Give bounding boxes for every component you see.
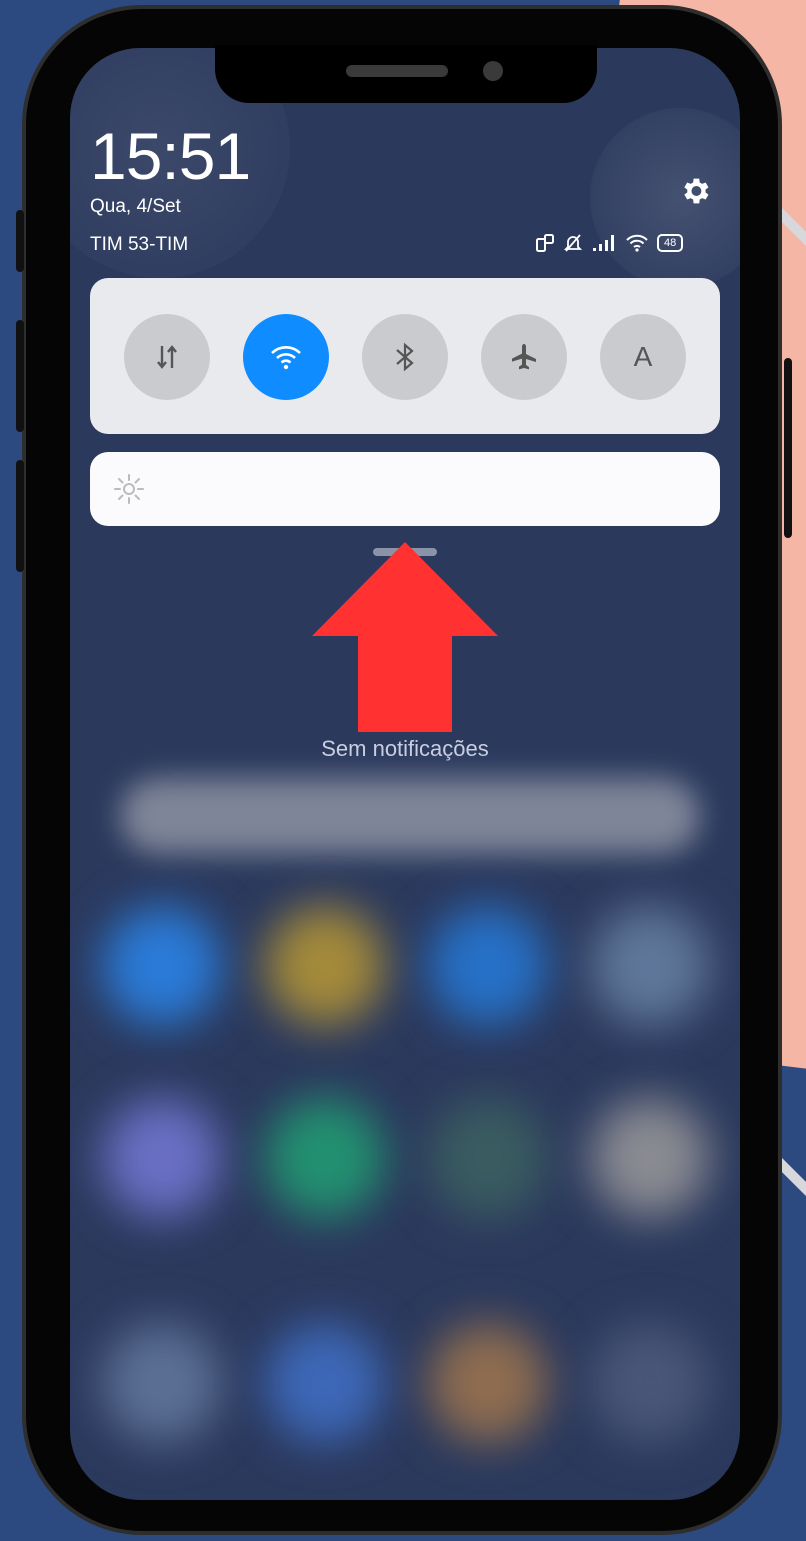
auto-brightness-label: A xyxy=(633,341,653,372)
wifi-status-icon xyxy=(626,234,648,252)
bluetooth-toggle[interactable] xyxy=(362,314,448,400)
blurred-app-icon xyxy=(265,1098,385,1218)
blurred-app-icon xyxy=(428,1098,548,1218)
phone-screen: 15:51 Qua, 4/Set TIM 53-TIM 48 A Sem not… xyxy=(70,48,740,1500)
mobile-data-icon xyxy=(157,345,177,369)
front-camera xyxy=(483,61,503,81)
phone-side-button xyxy=(16,210,24,272)
blurred-dock-icon xyxy=(102,1323,222,1443)
clock-time: 15:51 xyxy=(90,119,251,193)
phone-volume-up-button xyxy=(16,320,24,432)
carrier-text: TIM 53-TIM xyxy=(90,234,189,255)
blurred-app-icon xyxy=(265,906,385,1026)
quick-settings-panel: A xyxy=(90,278,720,434)
brightness-slider[interactable] xyxy=(90,452,720,526)
red-up-arrow-annotation xyxy=(312,542,498,732)
settings-gear-icon[interactable] xyxy=(678,174,712,208)
blurred-dock-icon xyxy=(428,1323,548,1443)
date-text: Qua, 4/Set xyxy=(90,196,181,217)
screen-glow xyxy=(590,108,740,288)
phone-power-button xyxy=(784,358,792,538)
blurred-app-icon xyxy=(102,906,222,1026)
brightness-sun-icon xyxy=(114,474,144,504)
screen-rotation-icon xyxy=(536,234,554,252)
auto-brightness-toggle[interactable]: A xyxy=(600,314,686,400)
empty-notifications-text: Sem notificações xyxy=(321,736,489,761)
airplane-icon xyxy=(512,344,536,370)
signal-strength-icon xyxy=(593,235,614,251)
blurred-app-icon xyxy=(590,906,710,1026)
mobile-data-toggle[interactable] xyxy=(124,314,210,400)
blurred-app-icon xyxy=(590,1098,710,1218)
phone-volume-down-button xyxy=(16,460,24,572)
blurred-app-icon xyxy=(428,906,548,1026)
battery-icon: 48 xyxy=(657,234,684,252)
bluetooth-icon xyxy=(396,342,414,372)
airplane-mode-toggle[interactable] xyxy=(481,314,567,400)
status-icons: 48 xyxy=(535,233,684,253)
earpiece-speaker xyxy=(346,65,448,77)
blurred-search-bar xyxy=(120,778,700,854)
blurred-app-icon xyxy=(102,1098,222,1218)
blurred-dock-icon xyxy=(590,1323,710,1443)
blurred-dock-icon xyxy=(265,1323,385,1443)
wifi-toggle[interactable] xyxy=(243,314,329,400)
phone-notch xyxy=(215,45,597,103)
wifi-icon xyxy=(271,346,301,370)
mute-bell-icon xyxy=(563,234,583,252)
